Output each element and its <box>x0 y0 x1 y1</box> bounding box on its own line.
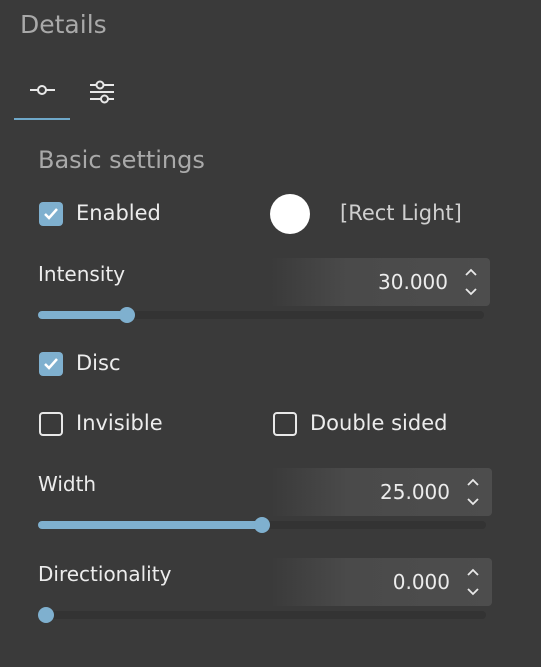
double-sided-checkbox[interactable] <box>273 412 297 436</box>
intensity-spinbox[interactable]: 30.000 <box>270 258 490 306</box>
width-spinbox[interactable]: 25.000 <box>270 468 492 516</box>
intensity-slider-fill <box>38 311 128 319</box>
checkmark-icon <box>44 358 58 370</box>
checkmark-icon <box>44 208 58 220</box>
width-slider[interactable] <box>38 517 486 533</box>
light-name: [Rect Light] <box>340 201 462 225</box>
spin-arrows-icon[interactable] <box>466 477 480 507</box>
intensity-value: 30.000 <box>378 270 448 294</box>
tab-advanced[interactable] <box>74 70 130 120</box>
spin-arrows-icon[interactable] <box>464 267 478 297</box>
width-slider-fill <box>38 521 262 529</box>
directionality-label: Directionality <box>38 562 172 586</box>
double-sided-label: Double sided <box>310 411 448 435</box>
disc-label: Disc <box>76 351 121 375</box>
width-slider-handle[interactable] <box>254 517 270 533</box>
directionality-value: 0.000 <box>392 570 450 594</box>
invisible-checkbox[interactable] <box>39 412 63 436</box>
enabled-label: Enabled <box>76 201 161 225</box>
intensity-slider-handle[interactable] <box>119 307 136 323</box>
intensity-label: Intensity <box>38 262 126 286</box>
spin-arrows-icon[interactable] <box>466 567 480 597</box>
tab-basic[interactable] <box>14 70 70 120</box>
section-title: Basic settings <box>38 146 205 174</box>
light-color-swatch[interactable] <box>270 194 310 234</box>
directionality-slider[interactable] <box>38 607 486 623</box>
intensity-slider[interactable] <box>38 307 484 323</box>
sliders-icon <box>90 80 114 104</box>
width-value: 25.000 <box>380 480 450 504</box>
directionality-spinbox[interactable]: 0.000 <box>270 558 492 606</box>
directionality-slider-handle[interactable] <box>38 607 54 623</box>
invisible-label: Invisible <box>76 411 163 435</box>
single-slider-icon <box>30 85 55 95</box>
panel-title: Details <box>20 10 107 39</box>
width-label: Width <box>38 472 97 496</box>
enabled-checkbox[interactable] <box>39 202 63 226</box>
disc-checkbox[interactable] <box>39 352 63 376</box>
